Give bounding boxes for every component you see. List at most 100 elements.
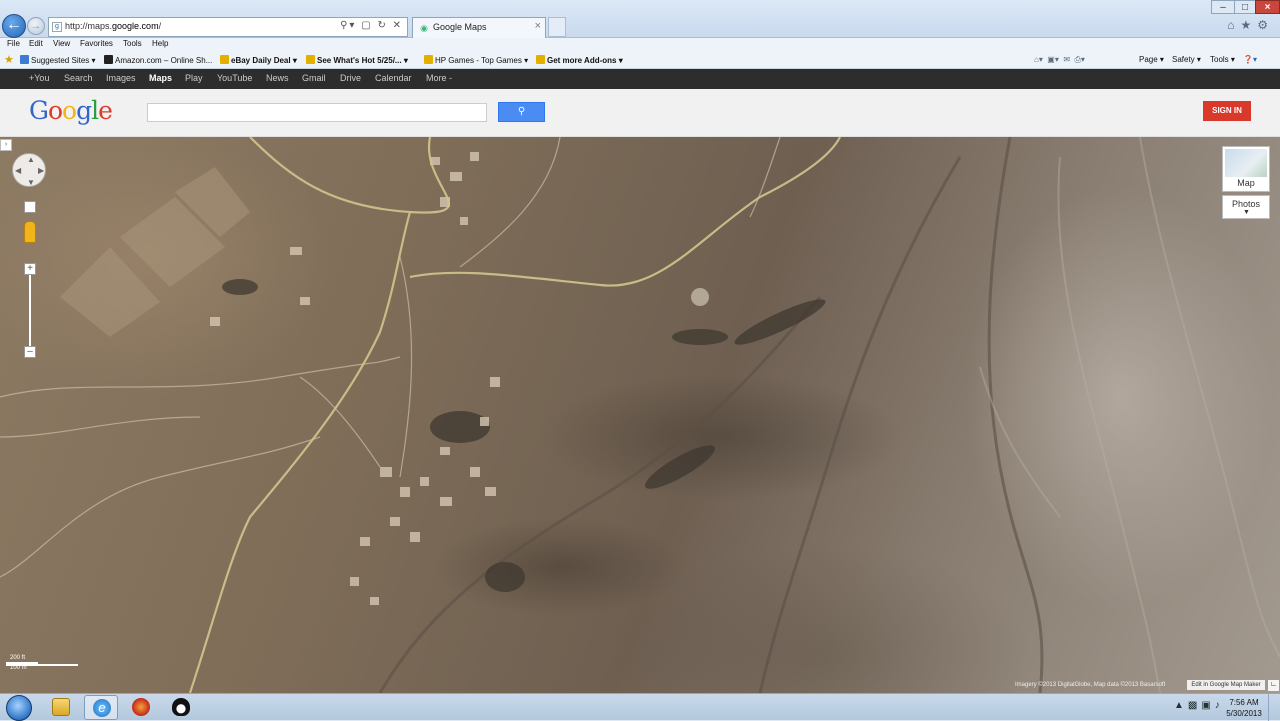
command-safety[interactable]: Safety ▾ — [1172, 55, 1201, 64]
pan-down-icon[interactable]: ▼ — [27, 178, 35, 187]
close-tab-icon[interactable]: × — [535, 20, 541, 32]
building — [390, 517, 400, 526]
pan-right-icon[interactable]: ▶ — [38, 166, 44, 175]
building — [420, 477, 429, 486]
show-desktop-button[interactable] — [1268, 694, 1280, 721]
favorites-star-icon[interactable]: ★ — [4, 53, 14, 66]
gbar-calendar[interactable]: Calendar — [375, 73, 412, 83]
map-minimize-icon[interactable]: ∟ — [1268, 680, 1279, 691]
satellite-map[interactable]: › ▲ ▼ ◀ ▶ + – Map Photos ▼ 200 ft 100 m … — [0, 137, 1280, 693]
folder-icon — [52, 698, 70, 716]
tab-google-maps[interactable]: ◉ Google Maps × — [412, 17, 546, 38]
dirt-track — [399, 256, 413, 478]
fav-see-whats-hot[interactable]: See What's Hot 5/25/... ▾ — [306, 55, 408, 65]
building — [210, 317, 220, 326]
building — [485, 487, 496, 496]
page-favicon-icon: g — [52, 22, 62, 32]
system-tray-icons[interactable]: ▲▩▣♪ — [1174, 700, 1224, 711]
taskbar-app-red[interactable] — [124, 695, 158, 720]
chevron-down-icon: ▼ — [1243, 209, 1250, 216]
clock-time: 7:56 AM — [1229, 698, 1259, 707]
building — [410, 532, 420, 542]
vegetation-patch — [672, 329, 728, 345]
building — [450, 172, 462, 181]
command-tools[interactable]: Tools ▾ — [1210, 55, 1235, 64]
menu-help[interactable]: Help — [152, 39, 168, 48]
street-view-pegman-icon[interactable] — [24, 221, 36, 243]
building — [480, 417, 489, 426]
map-imagery — [0, 137, 1280, 693]
menu-file[interactable]: File — [7, 39, 20, 48]
rotate-control[interactable] — [24, 201, 36, 213]
new-tab-button[interactable] — [548, 17, 566, 37]
menu-favorites[interactable]: Favorites — [80, 39, 113, 48]
taskbar-app-penguin[interactable] — [164, 695, 198, 720]
menu-edit[interactable]: Edit — [29, 39, 43, 48]
map-view-button[interactable]: Map — [1222, 146, 1270, 192]
pan-left-icon[interactable]: ◀ — [15, 166, 21, 175]
fav-amazon[interactable]: Amazon.com – Online Sh... — [104, 55, 212, 65]
zoom-out-button[interactable]: – — [24, 346, 36, 358]
building — [300, 297, 310, 305]
minimize-button[interactable]: – — [1211, 0, 1235, 14]
building — [350, 577, 359, 586]
gbar-maps[interactable]: Maps — [149, 73, 172, 83]
taskbar-explorer[interactable] — [44, 695, 78, 720]
home-favorites-settings-icons[interactable]: ⌂★⚙ — [1227, 18, 1274, 32]
pan-up-icon[interactable]: ▲ — [27, 155, 35, 164]
red-app-icon — [132, 698, 150, 716]
address-bar[interactable]: g http://maps.google.com/ ⚲▾ ▢ ↻ ✕ — [48, 17, 408, 37]
building — [400, 487, 410, 497]
fav-hp-games[interactable]: HP Games - Top Games ▾ — [424, 55, 528, 65]
fav-ebay-daily-deal[interactable]: eBay Daily Deal ▾ — [220, 55, 297, 65]
photos-label: Photos — [1231, 199, 1261, 209]
fav-suggested-sites[interactable]: Suggested Sites ▾ — [20, 55, 96, 65]
start-button[interactable] — [6, 695, 32, 721]
zoom-slider-track[interactable] — [29, 275, 31, 347]
gbar-gmail[interactable]: Gmail — [302, 73, 326, 83]
forward-button[interactable]: → — [27, 17, 45, 35]
browser-titlebar: ← → g http://maps.google.com/ ⚲▾ ▢ ↻ ✕ ◉… — [0, 0, 1280, 38]
fav-get-more-addons[interactable]: Get more Add-ons ▾ — [536, 55, 623, 65]
gbar-images[interactable]: Images — [106, 73, 136, 83]
taskbar-internet-explorer[interactable]: e — [84, 695, 118, 720]
address-tools-icon[interactable]: ⚲▾ ▢ ↻ ✕ — [340, 20, 403, 31]
gbar-play[interactable]: Play — [185, 73, 203, 83]
gbar-more[interactable]: More - — [426, 73, 452, 83]
gbar-drive[interactable]: Drive — [340, 73, 361, 83]
ravine-line — [378, 296, 822, 693]
photos-button[interactable]: Photos ▼ — [1222, 195, 1270, 219]
gbar-search[interactable]: Search — [64, 73, 93, 83]
vegetation-patch — [645, 445, 715, 489]
building — [440, 497, 452, 506]
clock-date: 5/30/2013 — [1226, 709, 1262, 718]
menu-view[interactable]: View — [53, 39, 70, 48]
building — [370, 597, 379, 605]
building — [470, 152, 479, 161]
command-bar-icons[interactable]: ⌂▾ ▣▾ ✉ ⎙▾ — [1034, 55, 1085, 65]
maximize-button[interactable]: □ — [1234, 0, 1256, 14]
zoom-in-button[interactable]: + — [24, 263, 36, 275]
search-button[interactable]: ⚲ — [498, 102, 545, 122]
gbar-plus-you[interactable]: +You — [29, 73, 49, 83]
collapse-panel-arrow-icon[interactable]: › — [0, 139, 12, 151]
address-url[interactable]: http://maps.google.com/ — [65, 21, 161, 31]
building — [360, 537, 370, 546]
gbar-news[interactable]: News — [266, 73, 289, 83]
map-view-label: Map — [1237, 178, 1255, 188]
menu-tools[interactable]: Tools — [123, 39, 142, 48]
building — [440, 447, 450, 455]
pan-control[interactable]: ▲ ▼ ◀ ▶ — [12, 153, 46, 187]
command-page[interactable]: Page ▾ — [1139, 55, 1164, 64]
back-button[interactable]: ← — [2, 14, 26, 38]
penguin-app-icon — [172, 698, 190, 716]
gbar-youtube[interactable]: YouTube — [217, 73, 252, 83]
search-input[interactable] — [147, 103, 487, 122]
help-icon[interactable]: ❓▾ — [1243, 55, 1257, 64]
close-window-button[interactable]: × — [1255, 0, 1280, 14]
building — [290, 247, 302, 255]
taskbar-clock[interactable]: 7:56 AM 5/30/2013 — [1226, 697, 1262, 719]
sign-in-button[interactable]: SIGN IN — [1203, 101, 1251, 121]
edit-in-map-maker-link[interactable]: Edit in Google Map Maker — [1187, 680, 1265, 690]
google-logo[interactable]: Google — [29, 96, 113, 125]
